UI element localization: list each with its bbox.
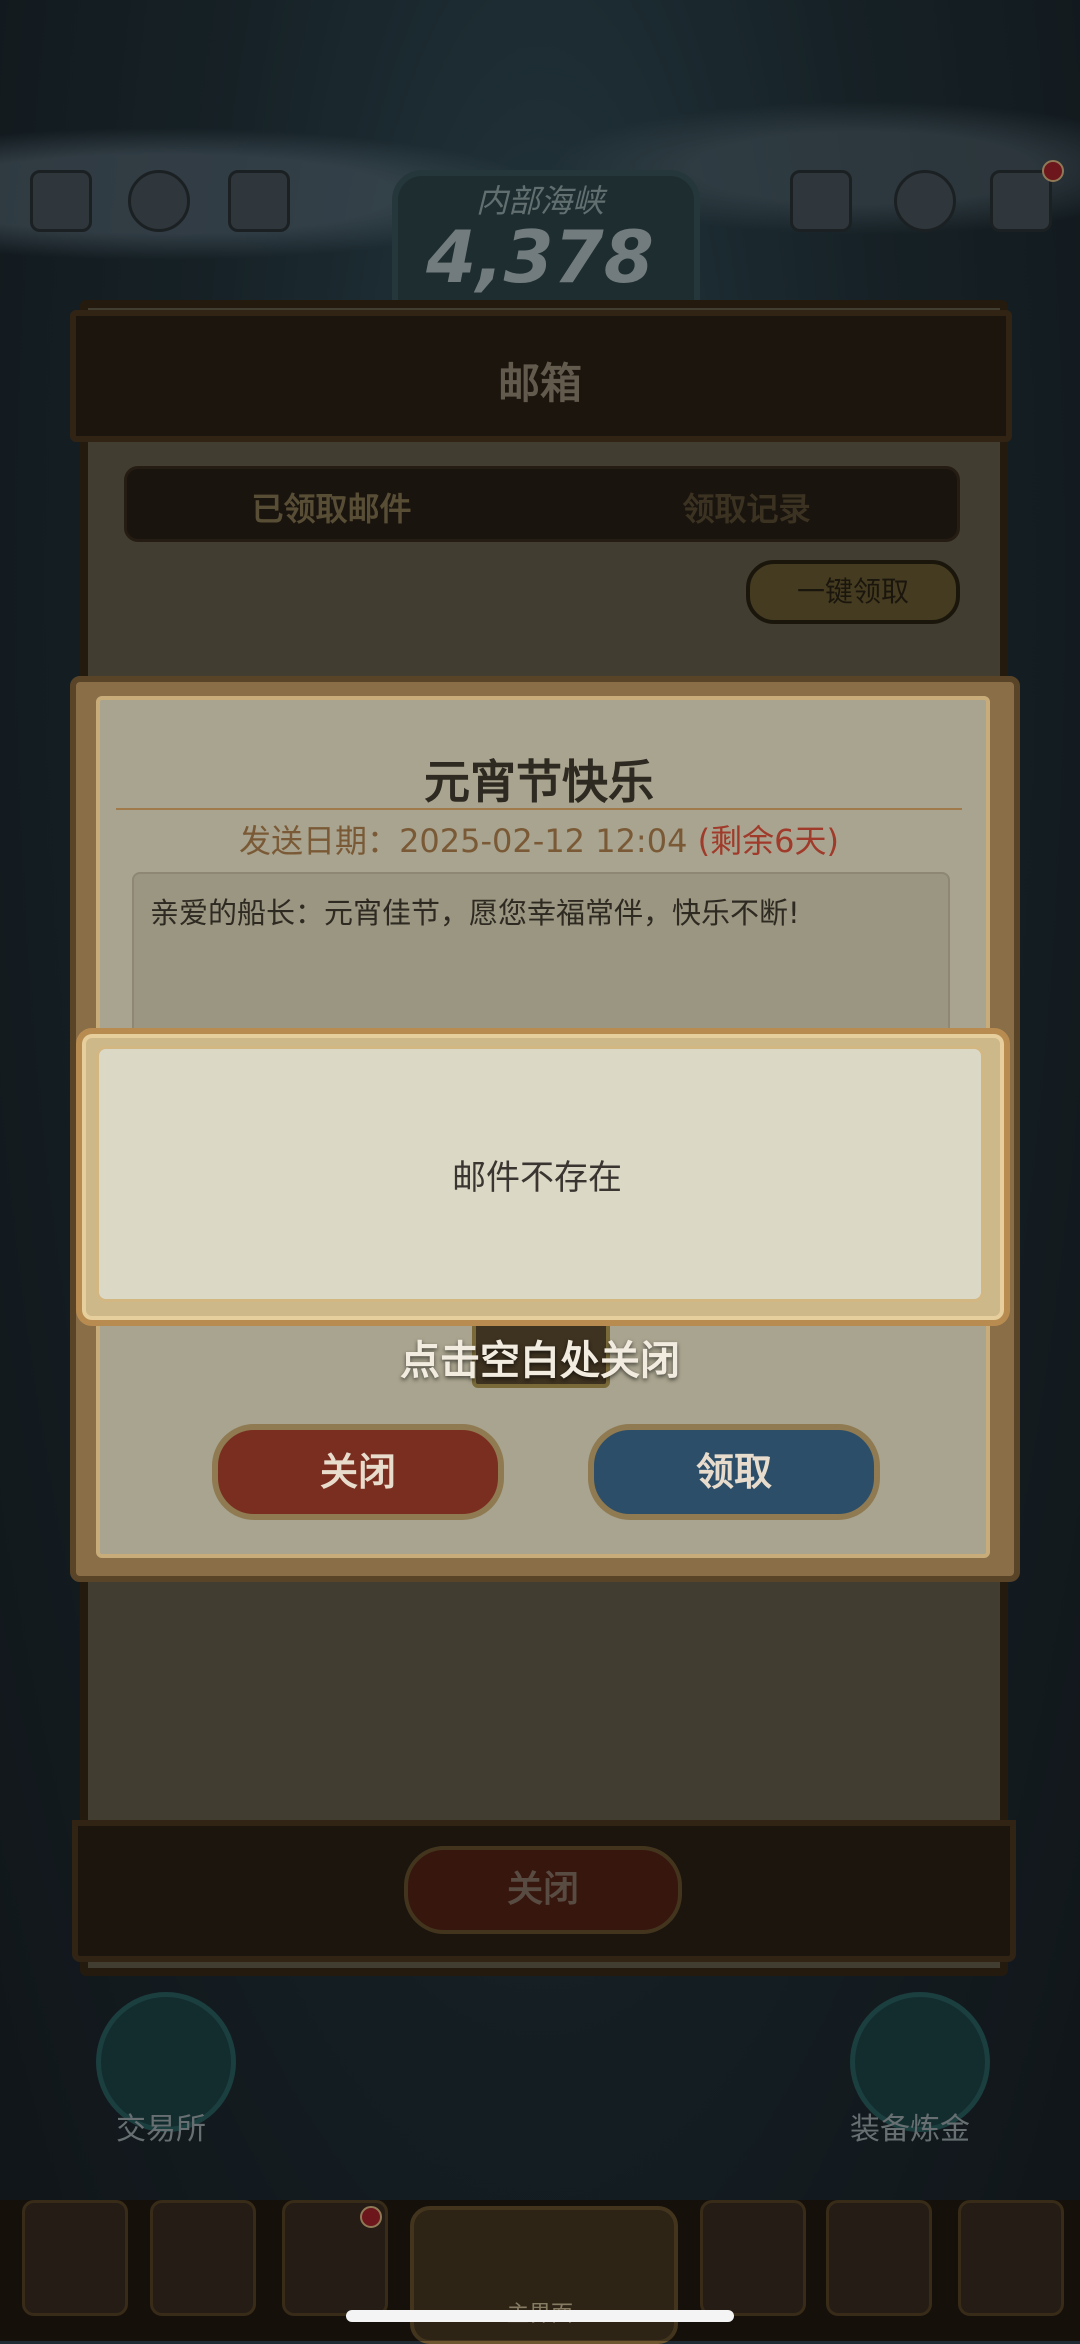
home-indicator[interactable]: [346, 2310, 734, 2322]
send-date-line: 发送日期：2025-02-12 12:04 (剩余6天): [96, 816, 982, 862]
send-date-label: 发送日期：: [239, 822, 400, 860]
title-divider: [116, 808, 962, 810]
tap-to-close-hint: 点击空白处关闭: [400, 1338, 680, 1384]
close-button[interactable]: 关闭: [212, 1424, 504, 1520]
send-date-value: 2025-02-12 12:04: [399, 822, 688, 860]
mail-body-text: 亲爱的船长：元宵佳节，愿您幸福常伴，快乐不断!: [150, 896, 800, 930]
remaining-days: (剩余6天): [697, 822, 839, 860]
claim-button[interactable]: 领取: [588, 1424, 880, 1520]
mail-title: 元宵节快乐: [424, 755, 654, 809]
toast-message: 邮件不存在: [452, 1158, 622, 1198]
